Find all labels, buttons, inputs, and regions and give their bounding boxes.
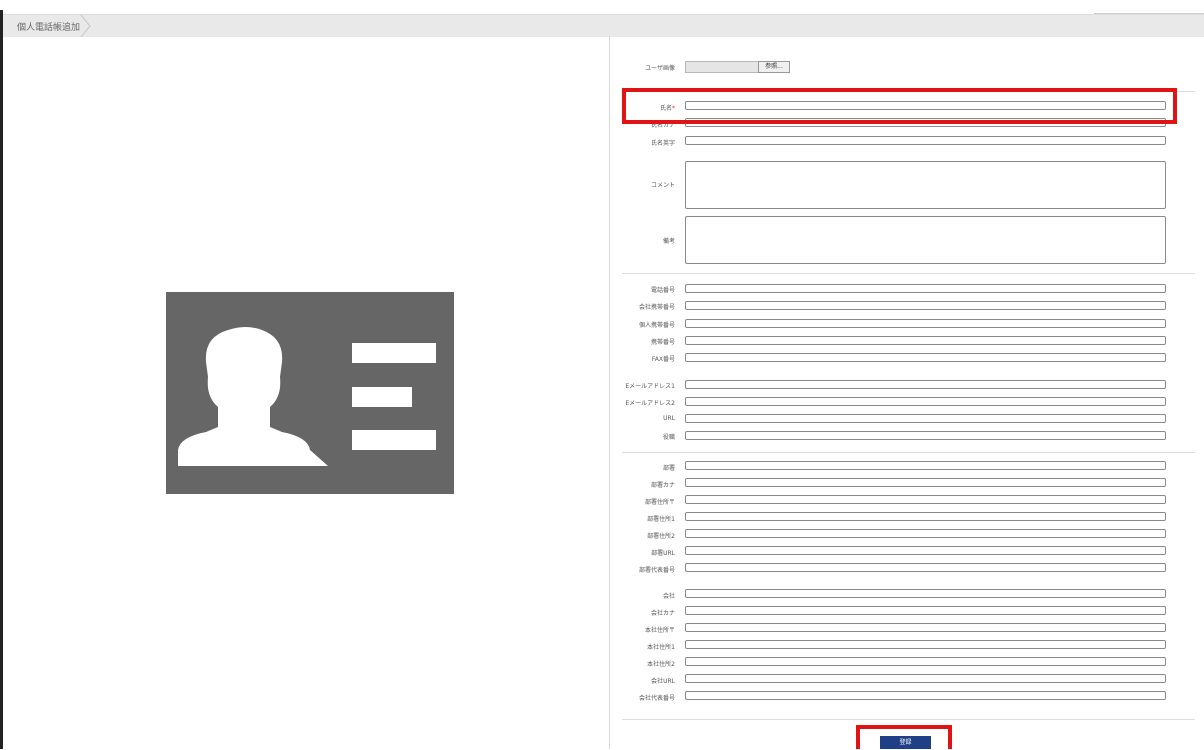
section-divider: [622, 719, 1195, 720]
breadcrumb: 個人電話帳追加: [3, 14, 1204, 37]
person-silhouette: [178, 327, 328, 466]
position-label: 役職: [662, 434, 675, 441]
hq-zip-label: 本社住所〒: [644, 627, 675, 634]
personal-mobile-input[interactable]: [685, 319, 1166, 328]
email1-input[interactable]: [685, 380, 1166, 389]
email1-label: Eメールアドレス1: [625, 383, 675, 390]
dept-url-input[interactable]: [685, 546, 1166, 555]
memo-textarea[interactable]: [685, 216, 1166, 264]
fax-input[interactable]: [685, 353, 1166, 362]
card-line-3: [352, 430, 436, 450]
dept-address2-label: 部署住所2: [647, 533, 675, 540]
company-mobile-input[interactable]: [685, 301, 1166, 310]
mobile-label: 携帯番号: [650, 339, 675, 346]
section-divider: [622, 452, 1195, 453]
fax-label: FAX番号: [651, 356, 675, 363]
url-label: URL: [663, 415, 675, 422]
company-main-phone-label: 会社代表番号: [638, 695, 675, 702]
company-mobile-label: 会社携帯番号: [638, 304, 675, 311]
card-line-2: [352, 387, 412, 407]
dept-input[interactable]: [685, 461, 1166, 470]
company-main-phone-input[interactable]: [685, 691, 1166, 700]
hq-address1-label: 本社住所1: [647, 644, 675, 651]
mobile-input[interactable]: [685, 336, 1166, 345]
name-roman-input[interactable]: [685, 136, 1166, 145]
left-border: [0, 10, 3, 749]
hq-zip-input[interactable]: [685, 623, 1166, 632]
company-kana-input[interactable]: [685, 606, 1166, 615]
company-label: 会社: [662, 593, 675, 600]
personal-mobile-label: 個人携帯番号: [638, 322, 675, 329]
name-field-highlight: [622, 88, 1177, 124]
user-image-label: ユーザ画像: [645, 65, 675, 72]
dept-kana-input[interactable]: [685, 478, 1166, 487]
user-image-file-field[interactable]: [685, 61, 759, 73]
position-input[interactable]: [685, 431, 1166, 440]
section-divider: [622, 273, 1195, 274]
email2-label: Eメールアドレス2: [625, 400, 675, 407]
dept-main-phone-label: 部署代表番号: [638, 567, 675, 574]
card-line-1: [352, 343, 436, 363]
dept-kana-label: 部署カナ: [650, 482, 675, 489]
hq-address2-label: 本社住所2: [647, 661, 675, 668]
company-url-input[interactable]: [685, 674, 1166, 683]
hq-address1-input[interactable]: [685, 640, 1166, 649]
phone-input[interactable]: [685, 284, 1166, 293]
name-roman-label: 氏名英字: [650, 140, 675, 147]
dept-address1-label: 部署住所1: [647, 516, 675, 523]
comment-label: コメント: [650, 182, 675, 189]
browse-button[interactable]: 参照...: [758, 61, 790, 73]
memo-label: 備考: [662, 238, 675, 245]
dept-label: 部署: [662, 465, 675, 472]
dept-address2-input[interactable]: [685, 529, 1166, 538]
breadcrumb-item-title[interactable]: 個人電話帳追加: [17, 20, 80, 33]
dept-main-phone-input[interactable]: [685, 563, 1166, 572]
contact-form: ユーザ画像 参照... 氏名* 氏名カナ 氏名英字 コメント 備考 電話番号 会…: [610, 36, 1204, 749]
dept-zip-input[interactable]: [685, 495, 1166, 504]
hq-address2-input[interactable]: [685, 657, 1166, 666]
phone-label: 電話番号: [650, 287, 675, 294]
url-input[interactable]: [685, 414, 1166, 423]
comment-textarea[interactable]: [685, 161, 1166, 209]
company-url-label: 会社URL: [651, 678, 675, 685]
top-bar: [0, 0, 1204, 10]
dept-zip-label: 部署住所〒: [644, 499, 675, 506]
submit-button[interactable]: 登録: [880, 736, 931, 749]
dept-url-label: 部署URL: [651, 550, 675, 557]
dept-address1-input[interactable]: [685, 512, 1166, 521]
email2-input[interactable]: [685, 397, 1166, 406]
contact-card-icon: [166, 292, 454, 494]
company-kana-label: 会社カナ: [650, 610, 675, 617]
company-input[interactable]: [685, 589, 1166, 598]
